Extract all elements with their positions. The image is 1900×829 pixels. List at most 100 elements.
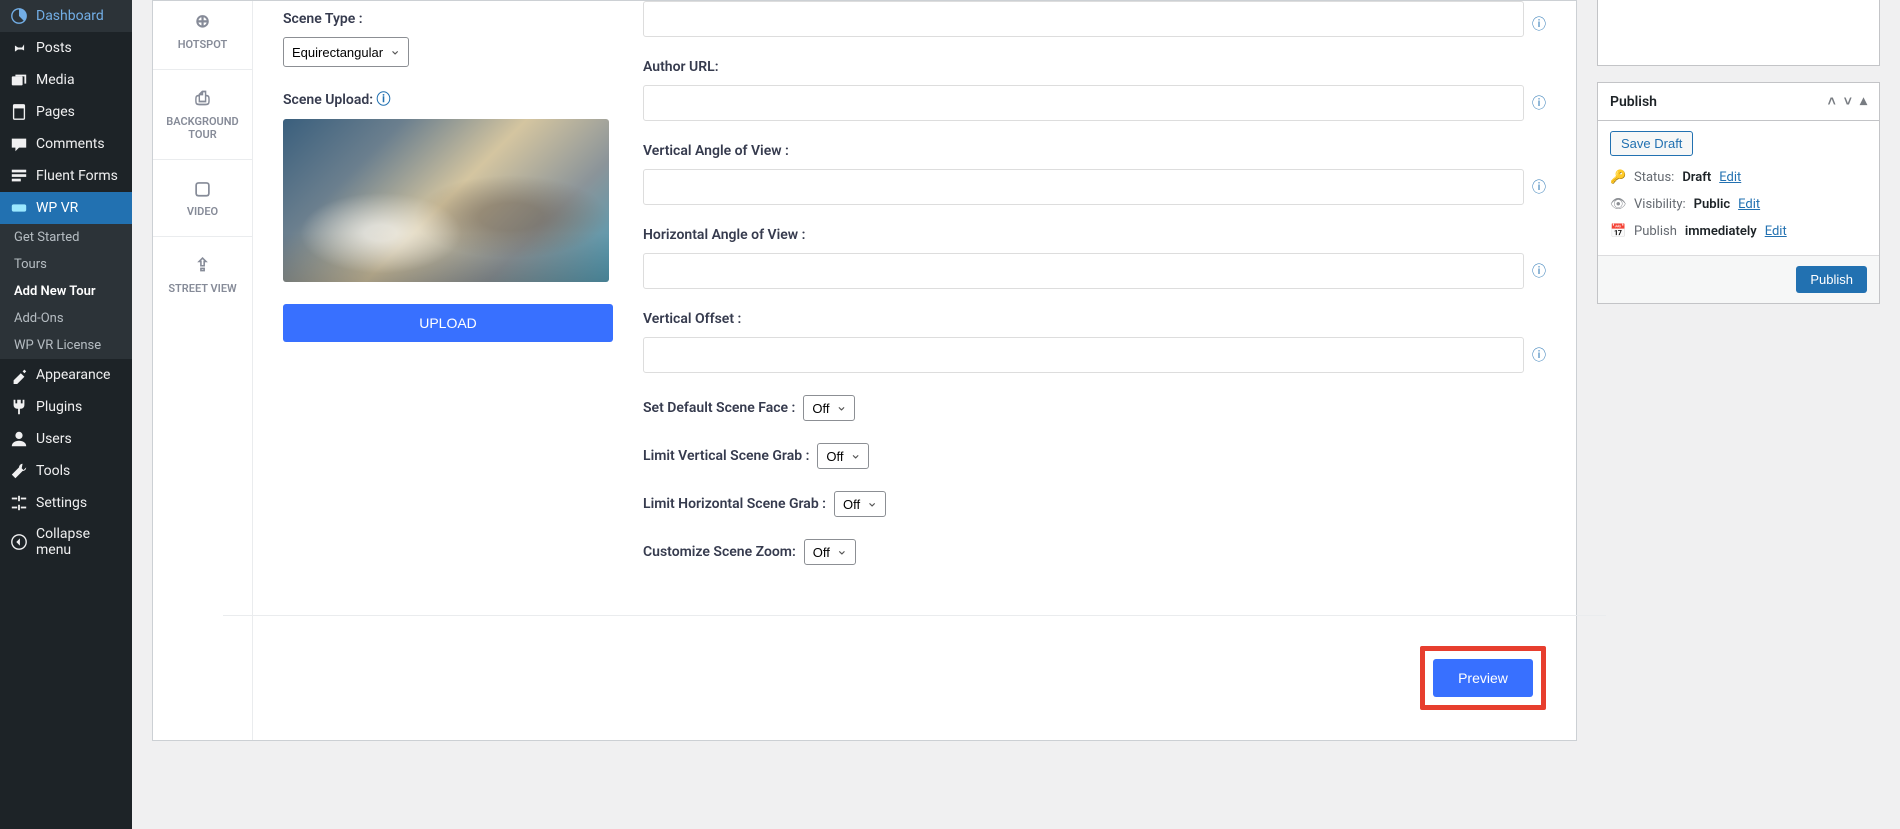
menu-dashboard[interactable]: Dashboard (0, 0, 132, 32)
vaov-input[interactable] (643, 169, 1524, 205)
collapse-icon (10, 533, 28, 551)
menu-appearance[interactable]: Appearance (0, 359, 132, 391)
menu-label: Media (36, 72, 75, 88)
tab-label: VIDEO (187, 205, 218, 218)
tools-icon (10, 462, 28, 480)
calendar-icon: 📅 (1610, 224, 1626, 239)
preview-button[interactable]: Preview (1433, 659, 1533, 697)
hotspot-icon: ⊕ (161, 11, 244, 32)
author-url-label: Author URL: (643, 59, 1546, 75)
menu-label: Collapse menu (36, 526, 124, 558)
save-draft-button[interactable]: Save Draft (1610, 131, 1693, 156)
scene-type-select[interactable]: Equirectangular (283, 37, 409, 67)
status-value: Draft (1682, 170, 1711, 185)
settings-icon (10, 494, 28, 512)
admin-sidebar: Dashboard Posts Media Pages Comments Flu… (0, 0, 132, 829)
menu-label: Pages (36, 104, 75, 120)
dashboard-icon (10, 7, 28, 25)
visibility-value: Public (1694, 197, 1730, 212)
limit-h-label: Limit Horizontal Scene Grab : (643, 496, 826, 512)
tab-background-tour[interactable]: ⎙ BACKGROUND TOUR (153, 70, 252, 160)
menu-label: Posts (36, 40, 72, 56)
bgtour-icon: ⎙ (161, 88, 244, 109)
menu-label: Dashboard (36, 8, 104, 24)
tab-label: STREET VIEW (168, 282, 236, 295)
key-icon: 🔑 (1610, 170, 1626, 185)
sub-add-new-tour[interactable]: Add New Tour (0, 278, 132, 305)
help-icon[interactable]: ⓘ (1532, 345, 1546, 365)
limit-h-select[interactable]: Off (834, 491, 886, 517)
visibility-label: Visibility: (1634, 197, 1686, 212)
comments-icon (10, 135, 28, 153)
haov-label: Horizontal Angle of View : (643, 227, 1546, 243)
top-input[interactable] (643, 1, 1524, 37)
zoom-select[interactable]: Off (804, 539, 856, 565)
menu-users[interactable]: Users (0, 423, 132, 455)
menu-label: Settings (36, 495, 87, 511)
menu-pages[interactable]: Pages (0, 96, 132, 128)
menu-settings[interactable]: Settings (0, 487, 132, 519)
menu-fluent-forms[interactable]: Fluent Forms (0, 160, 132, 192)
default-face-select[interactable]: Off (803, 395, 855, 421)
menu-collapse[interactable]: Collapse menu (0, 519, 132, 565)
menu-wpvr[interactable]: WP VR (0, 192, 132, 224)
edit-date-link[interactable]: Edit (1765, 224, 1787, 239)
status-label: Status: (1634, 170, 1674, 185)
author-url-input[interactable] (643, 85, 1524, 121)
menu-comments[interactable]: Comments (0, 128, 132, 160)
scene-type-label: Scene Type : (283, 11, 613, 27)
limit-v-select[interactable]: Off (817, 443, 869, 469)
publish-label: Publish (1634, 224, 1677, 239)
streetview-icon: ⇪ (161, 255, 244, 276)
upload-button[interactable]: UPLOAD (283, 304, 613, 342)
edit-visibility-link[interactable]: Edit (1738, 197, 1760, 212)
voffset-label: Vertical Offset : (643, 311, 1546, 327)
publish-immediately: immediately (1685, 224, 1757, 239)
menu-label: Tools (36, 463, 70, 479)
sub-addons[interactable]: Add-Ons (0, 305, 132, 332)
help-icon[interactable]: ⓘ (1532, 261, 1546, 281)
video-icon: ▢ (161, 178, 244, 199)
users-icon (10, 430, 28, 448)
tab-street-view[interactable]: ⇪ STREET VIEW (153, 237, 252, 313)
vr-icon (10, 199, 28, 217)
default-face-label: Set Default Scene Face : (643, 400, 795, 416)
visibility-icon: 👁 (1610, 197, 1626, 212)
tab-label: BACKGROUND TOUR (166, 115, 238, 141)
limit-v-label: Limit Vertical Scene Grab : (643, 448, 809, 464)
plugins-icon (10, 398, 28, 416)
panel-down-icon[interactable]: ˅ (1844, 93, 1852, 110)
help-icon[interactable]: ⓘ (1532, 14, 1546, 34)
vaov-label: Vertical Angle of View : (643, 143, 1546, 159)
forms-icon (10, 167, 28, 185)
scene-upload-label: Scene Upload: ⓘ (283, 89, 613, 109)
zoom-label: Customize Scene Zoom: (643, 544, 796, 560)
voffset-input[interactable] (643, 337, 1524, 373)
help-icon[interactable]: ⓘ (1532, 177, 1546, 197)
menu-label: Appearance (36, 367, 110, 383)
pages-icon (10, 103, 28, 121)
sub-license[interactable]: WP VR License (0, 332, 132, 359)
menu-plugins[interactable]: Plugins (0, 391, 132, 423)
preview-highlight: Preview (1420, 646, 1546, 710)
panel-up-icon[interactable]: ˄ (1828, 93, 1836, 110)
tab-label: HOTSPOT (178, 38, 228, 51)
help-icon[interactable]: ⓘ (377, 92, 391, 108)
publish-button[interactable]: Publish (1796, 266, 1867, 293)
tab-video[interactable]: ▢ VIDEO (153, 160, 252, 237)
publish-box: Publish ˄ ˅ ▴ Save Draft 🔑 Status: Draft… (1597, 82, 1880, 304)
sub-tours[interactable]: Tours (0, 251, 132, 278)
panel-toggle-icon[interactable]: ▴ (1860, 93, 1867, 110)
menu-posts[interactable]: Posts (0, 32, 132, 64)
menu-label: Plugins (36, 399, 82, 415)
menu-label: Users (36, 431, 72, 447)
tab-hotspot[interactable]: ⊕ HOTSPOT (153, 1, 252, 70)
help-icon[interactable]: ⓘ (1532, 93, 1546, 113)
haov-input[interactable] (643, 253, 1524, 289)
sub-get-started[interactable]: Get Started (0, 224, 132, 251)
menu-media[interactable]: Media (0, 64, 132, 96)
edit-status-link[interactable]: Edit (1719, 170, 1741, 185)
menu-tools[interactable]: Tools (0, 455, 132, 487)
pin-icon (10, 39, 28, 57)
publish-title: Publish (1610, 94, 1657, 110)
